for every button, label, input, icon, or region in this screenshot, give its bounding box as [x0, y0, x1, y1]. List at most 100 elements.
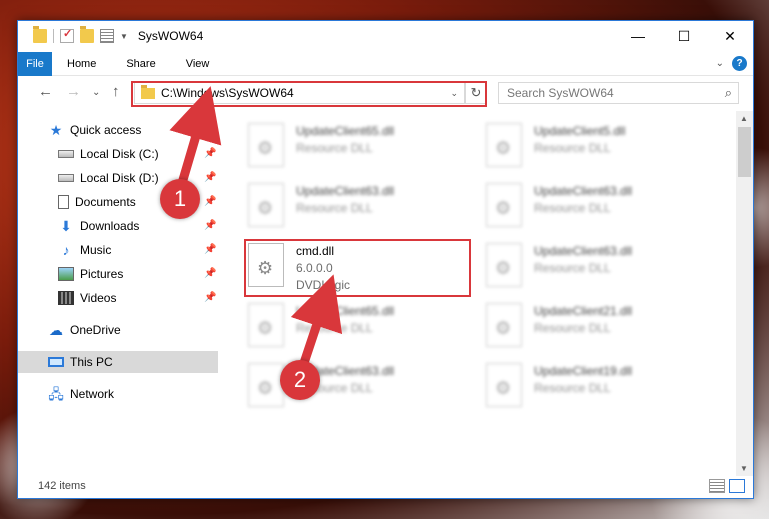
dll-file-icon — [248, 123, 284, 167]
file-description: Resource DLL — [534, 261, 611, 275]
file-tile[interactable]: UpdateClient65.dll Resource DLL — [248, 119, 478, 175]
file-tile[interactable]: UpdateClient63.dll Resource DLL — [248, 179, 478, 235]
sidebar-item-quick-access[interactable]: ★ Quick access — [48, 119, 142, 141]
file-name: UpdateClient19.dll — [534, 364, 633, 378]
sidebar-item-this-pc[interactable]: This PC — [48, 351, 113, 373]
music-icon: ♪ — [62, 242, 70, 258]
file-description: Resource DLL — [534, 321, 611, 335]
sidebar-item-label: Documents — [75, 195, 136, 209]
file-name: UpdateClient63.dll — [534, 244, 633, 258]
sidebar-item-pictures[interactable]: Pictures — [58, 263, 123, 285]
search-box[interactable]: Search SysWOW64 ⌕ — [498, 82, 739, 104]
customize-toolbar-icon[interactable]: ▼ — [120, 32, 128, 41]
address-bar-highlight — [131, 81, 487, 107]
folder-icon — [33, 26, 47, 43]
drive-icon — [58, 174, 74, 182]
pin-icon[interactable]: 📌 — [204, 220, 216, 231]
file-name: UpdateClient65.dll — [296, 304, 395, 318]
file-tile[interactable]: UpdateClient65.dll Resource DLL — [248, 299, 478, 355]
close-button[interactable]: ✕ — [707, 21, 753, 51]
help-icon[interactable]: ? — [732, 56, 747, 71]
dll-file-icon — [248, 183, 284, 227]
file-highlight — [244, 239, 471, 297]
file-tile[interactable]: UpdateClient21.dll Resource DLL — [486, 299, 716, 355]
file-tile[interactable]: UpdateClient5.dll Resource DLL — [486, 119, 716, 175]
maximize-button[interactable]: ☐ — [661, 21, 707, 51]
scroll-down-icon[interactable]: ▼ — [740, 464, 748, 473]
scroll-up-icon[interactable]: ▲ — [740, 114, 748, 123]
pin-icon[interactable]: 📌 — [204, 244, 216, 255]
tiles-view-icon[interactable] — [729, 479, 745, 493]
title-bar: ▼ SysWOW64 — ☐ ✕ — [18, 21, 753, 51]
sidebar-item-local-disk-c[interactable]: Local Disk (C:) — [58, 143, 159, 165]
file-name: UpdateClient21.dll — [534, 304, 633, 318]
file-description: Resource DLL — [534, 381, 611, 395]
pin-icon[interactable]: 📌 — [204, 172, 216, 183]
toolbar-divider — [53, 29, 54, 43]
window-controls: — ☐ ✕ — [615, 21, 753, 51]
dll-file-icon — [248, 303, 284, 347]
file-tile[interactable]: UpdateClient63.dll Resource DLL — [486, 239, 716, 295]
tab-home[interactable]: Home — [52, 58, 111, 70]
pin-icon[interactable]: 📌 — [204, 292, 216, 303]
pin-icon[interactable]: 📌 — [204, 196, 216, 207]
sidebar-item-videos[interactable]: Videos — [58, 287, 116, 309]
quick-access-toolbar: ▼ — [18, 26, 128, 43]
sidebar-item-local-disk-d[interactable]: Local Disk (D:) — [58, 167, 159, 189]
file-description: Resource DLL — [296, 321, 373, 335]
tab-view[interactable]: View — [171, 58, 225, 70]
ribbon-right-controls: ⌄ ? — [716, 56, 747, 71]
file-tile[interactable]: UpdateClient63.dll Resource DLL — [486, 179, 716, 235]
sidebar-item-music[interactable]: ♪ Music — [58, 239, 112, 261]
step-1-badge: 1 — [160, 179, 200, 219]
search-input[interactable]: Search SysWOW64 — [507, 86, 614, 100]
tab-share[interactable]: Share — [111, 58, 170, 70]
tab-file[interactable]: File — [18, 51, 52, 76]
forward-button[interactable]: → — [66, 83, 81, 100]
ribbon-tabs: File Home Share View ⌄ ? — [18, 51, 753, 76]
vertical-scrollbar[interactable]: ▲ ▼ — [736, 111, 753, 476]
sidebar-item-label: Network — [70, 387, 115, 401]
sidebar-item-label: Downloads — [80, 219, 140, 233]
step-2-badge: 2 — [280, 360, 320, 400]
up-button[interactable]: ↑ — [112, 83, 120, 100]
file-name: UpdateClient63.dll — [534, 184, 633, 198]
view-switcher — [709, 479, 745, 493]
sidebar-item-label: Music — [80, 243, 112, 257]
pin-icon[interactable]: 📌 — [204, 148, 216, 159]
dll-file-icon — [248, 363, 284, 407]
file-description: Resource DLL — [534, 141, 611, 155]
sidebar-item-documents[interactable]: Documents — [58, 191, 136, 213]
minimize-button[interactable]: — — [615, 21, 661, 51]
file-description: Resource DLL — [534, 201, 611, 215]
sidebar-item-label: Videos — [80, 291, 117, 305]
recent-locations-button[interactable]: ⌄ — [92, 87, 100, 98]
item-count: 142 items — [38, 480, 86, 492]
documents-icon — [58, 195, 69, 209]
pictures-icon — [58, 267, 74, 281]
file-tile[interactable]: UpdateClient19.dll Resource DLL — [486, 359, 716, 415]
new-folder-icon[interactable] — [80, 26, 94, 43]
layout-icon[interactable] — [100, 29, 114, 43]
download-icon: ⬇ — [60, 218, 72, 234]
scroll-thumb[interactable] — [738, 127, 751, 177]
dll-file-icon — [486, 363, 522, 407]
sidebar-item-label: Local Disk (D:) — [80, 171, 159, 185]
dll-file-icon — [486, 303, 522, 347]
sidebar-item-onedrive[interactable]: ☁ OneDrive — [48, 319, 121, 341]
back-button[interactable]: ← — [38, 83, 53, 100]
sidebar-item-label: OneDrive — [70, 323, 121, 337]
pin-icon[interactable]: 📌 — [204, 268, 216, 279]
window-title: SysWOW64 — [137, 29, 204, 43]
sidebar-item-downloads[interactable]: ⬇ Downloads — [58, 215, 139, 237]
dll-file-icon — [486, 123, 522, 167]
details-view-icon[interactable] — [709, 479, 725, 493]
expand-ribbon-icon[interactable]: ⌄ — [716, 58, 724, 69]
sidebar-item-label: Pictures — [80, 267, 124, 281]
cloud-icon: ☁ — [49, 322, 63, 338]
search-icon[interactable]: ⌕ — [725, 85, 732, 101]
properties-icon[interactable] — [60, 27, 74, 43]
drive-icon — [58, 150, 74, 158]
sidebar-item-label: This PC — [70, 355, 113, 369]
sidebar-item-network[interactable]: 🖧 Network — [48, 383, 114, 405]
